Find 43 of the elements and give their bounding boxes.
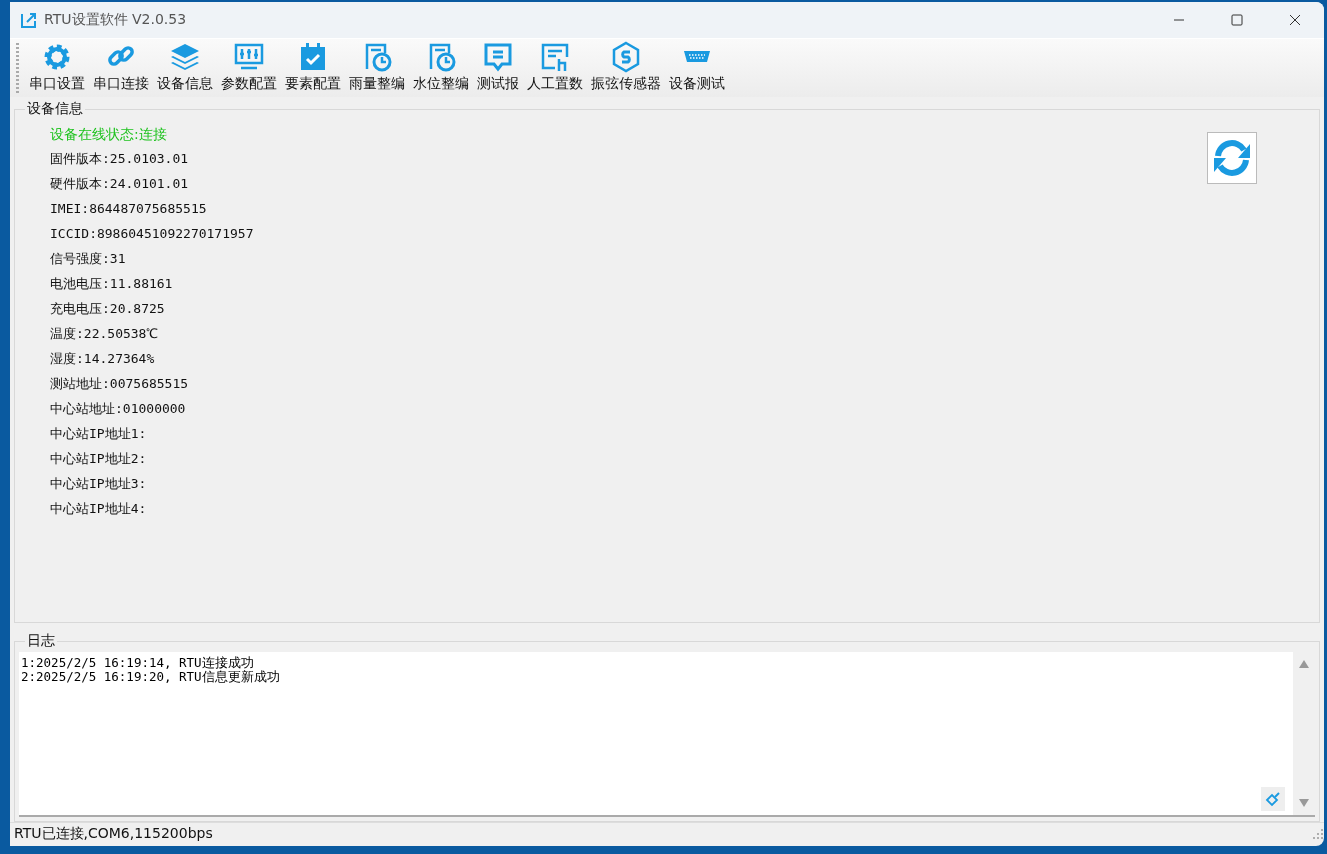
info-text: 电池电压:11.88161 (50, 275, 173, 293)
info-text: 中心站地址:01000000 (50, 400, 186, 418)
info-text: IMEI:864487075685515 (50, 200, 207, 218)
info-text: 充电电压:20.8725 (50, 300, 165, 318)
info-text: 测站地址:0075685515 (50, 375, 189, 393)
status-text: 设备在线状态:连接 (50, 125, 167, 144)
hexagon-icon[interactable] (610, 41, 642, 73)
log-line: 2:2025/2/5 16:19:20, RTU信息更新成功 (21, 669, 281, 684)
info-text: 中心站IP地址3: (50, 475, 147, 493)
scroll-up-icon[interactable] (1299, 659, 1309, 668)
window-title: RTU设置软件 V2.0.53 (44, 11, 188, 29)
toolbar-button[interactable]: 串口连接 (89, 39, 153, 97)
toolbar-button[interactable]: 要素配置 (281, 39, 345, 97)
log-line: 1:2025/2/5 16:19:14, RTU连接成功 (21, 655, 255, 670)
info-text: 湿度:14.27364% (50, 350, 155, 368)
info-text: 中心站IP地址1: (50, 425, 147, 443)
info-text: 中心站IP地址4: (50, 500, 147, 518)
toolbar-button[interactable]: 设备测试 (665, 39, 729, 97)
scroll-down-icon[interactable] (1299, 798, 1309, 807)
info-text: 信号强度:31 (50, 250, 126, 268)
message-icon[interactable] (482, 41, 514, 73)
group-title: 设备信息 (25, 100, 85, 118)
status-text: RTU已连接,COM6,115200bps (14, 825, 213, 844)
toolbar-button[interactable]: 设备信息 (153, 39, 217, 97)
toolbar-button[interactable]: 振弦传感器 (587, 39, 665, 97)
info-text: 温度:22.50538℃ (50, 325, 159, 343)
maximize-icon[interactable] (1231, 14, 1243, 26)
app-icon (20, 11, 38, 29)
close-icon[interactable] (1289, 14, 1301, 26)
info-text: ICCID:89860451092270171957 (50, 225, 254, 243)
toolbar-button[interactable]: 参数配置 (217, 39, 281, 97)
document-hand-icon[interactable] (539, 41, 571, 73)
toolbar-button[interactable]: 测试报 (473, 39, 523, 97)
group-title: 日志 (25, 631, 57, 650)
toolbar-button[interactable]: 人工置数 (523, 39, 587, 97)
info-text: 硬件版本:24.0101.01 (50, 175, 189, 193)
resize-grip-icon[interactable] (1312, 828, 1324, 841)
info-text: 中心站IP地址2: (50, 450, 147, 468)
toolbar-button[interactable]: 串口设置 (25, 39, 89, 97)
info-text: 固件版本:25.0103.01 (50, 150, 189, 168)
toolbar-button[interactable]: 水位整编 (409, 39, 473, 97)
toolbar-button[interactable]: 雨量整编 (345, 39, 409, 97)
layers-icon[interactable] (169, 41, 201, 73)
